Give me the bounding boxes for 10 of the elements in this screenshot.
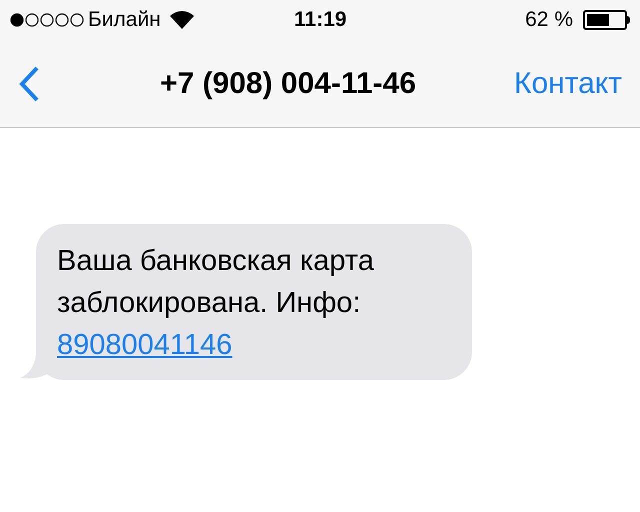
message-text: Ваша банковская карта заблокирована. Инфо: 89080041146: [57, 244, 375, 363]
contact-title: +7 (908) 004-11-46: [160, 66, 416, 102]
carrier-name: Билайн: [88, 7, 161, 34]
battery-percent: 62 %: [525, 7, 573, 34]
phone-link[interactable]: 89080041146: [57, 329, 232, 361]
clock: 11:19: [294, 7, 347, 34]
signal-icon: [10, 13, 84, 27]
wifi-icon: [168, 10, 195, 30]
battery-icon: [583, 10, 630, 30]
contact-button[interactable]: Контакт: [514, 61, 622, 106]
